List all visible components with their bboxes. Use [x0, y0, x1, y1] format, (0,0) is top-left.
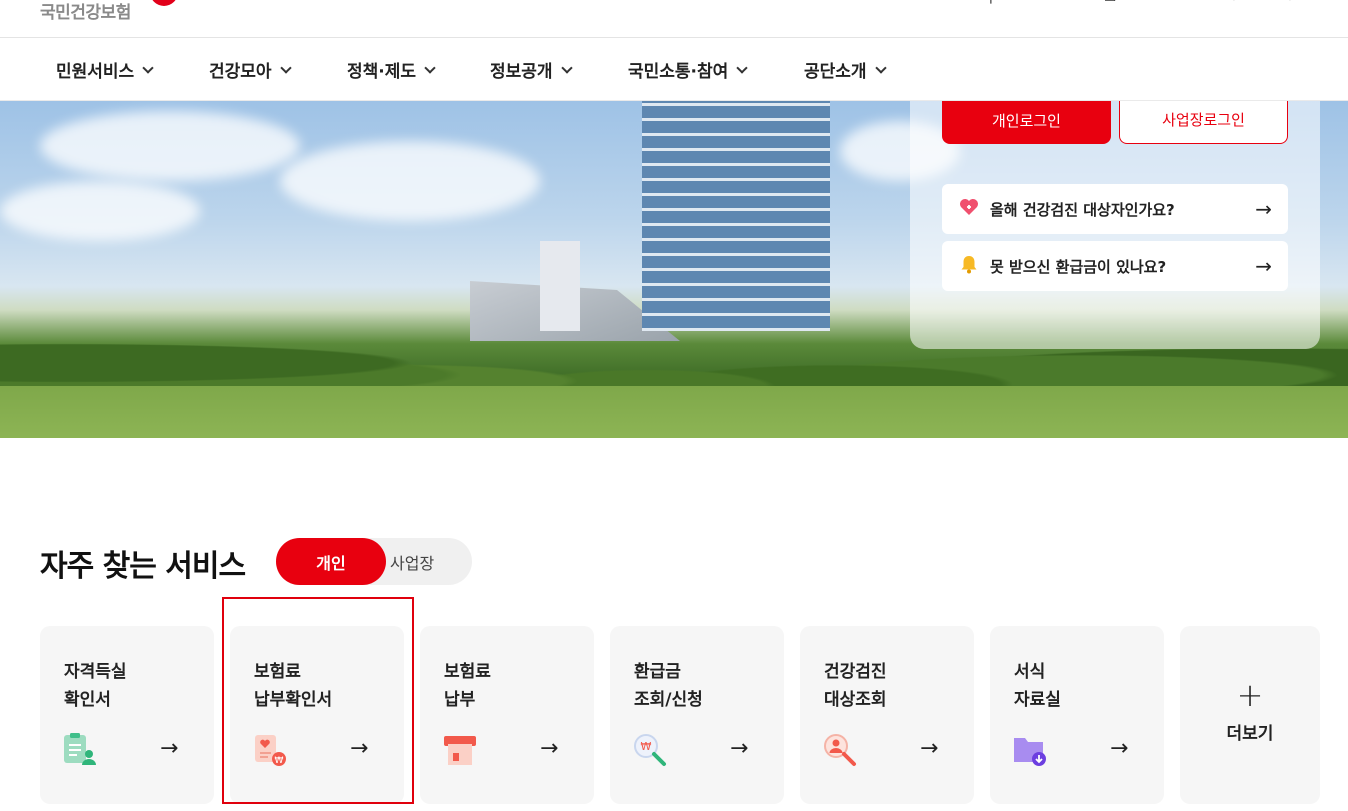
- service-card-payment-confirmation[interactable]: 보험료 납부확인서 ₩ →: [230, 626, 404, 804]
- card-label: 건강검진 대상조회: [824, 662, 887, 710]
- nav-item-communication[interactable]: 국민소통·참여: [628, 57, 748, 82]
- quick-link-label: 올해 건강검진 대상자인가요?: [990, 200, 1175, 219]
- search-icon[interactable]: ⚲: [986, 0, 996, 6]
- arrow-right-icon: →: [730, 736, 749, 761]
- payment-receipt-icon: ₩: [252, 732, 288, 768]
- nav-item-about[interactable]: 공단소개: [804, 57, 887, 82]
- arrow-right-icon: →: [160, 736, 179, 761]
- svg-text:₩: ₩: [275, 756, 284, 766]
- service-card-premium-payment[interactable]: 보험료 납부 →: [420, 626, 594, 804]
- nav-item-health-moa[interactable]: 건강모아: [209, 57, 292, 82]
- nav-item-civil-service[interactable]: 민원서비스: [56, 57, 154, 82]
- personal-login-button[interactable]: 개인로그인: [942, 96, 1111, 144]
- arrow-right-icon: →: [1255, 254, 1272, 278]
- service-card-forms[interactable]: 서식 자료실 →: [990, 626, 1164, 804]
- chevron-down-icon: [279, 61, 292, 74]
- logo-mark-icon: [150, 0, 178, 6]
- more-label: 더보기: [1226, 724, 1274, 744]
- arrow-right-icon: →: [920, 736, 939, 761]
- nav-label: 공단소개: [804, 62, 867, 82]
- arrow-right-icon: →: [1255, 197, 1272, 221]
- chevron-down-icon: [424, 61, 436, 74]
- chevron-down-icon: [142, 61, 154, 74]
- bell-icon: [958, 254, 980, 279]
- section-title: 자주 찾는 서비스: [40, 549, 246, 584]
- chevron-down-icon: [736, 61, 748, 74]
- arrow-right-icon: →: [540, 736, 559, 761]
- utility-icon[interactable]: ⌐: [1288, 0, 1299, 6]
- main-nav: 민원서비스 건강모아 정책·제도 정보공개 국민소통·참여 공단소개: [0, 38, 1348, 101]
- quick-link-checkup-target[interactable]: 올해 건강검진 대상자인가요? →: [942, 184, 1288, 234]
- nav-label: 정보공개: [490, 62, 553, 82]
- arrow-right-icon: →: [350, 736, 369, 761]
- card-label: 보험료 납부: [444, 662, 491, 710]
- top-utility-bar: 국민건강보험 ⚲ ▭ ⌐ ⌐: [0, 0, 1348, 38]
- utility-icon[interactable]: ⌐: [1232, 0, 1243, 6]
- quick-link-label: 못 받으신 환급금이 있나요?: [990, 257, 1167, 276]
- utility-icon[interactable]: ▭: [1104, 0, 1116, 6]
- chevron-down-icon: [560, 61, 573, 74]
- search-money-icon: ₩: [632, 732, 668, 768]
- nav-label: 국민소통·참여: [628, 62, 729, 82]
- card-label: 환급금 조회/신청: [634, 662, 703, 710]
- nav-item-policy[interactable]: 정책·제도: [347, 57, 436, 82]
- nav-label: 민원서비스: [56, 62, 135, 82]
- nav-label: 건강모아: [209, 62, 272, 82]
- business-login-button[interactable]: 사업장로그인: [1119, 96, 1288, 144]
- card-label: 보험료 납부확인서: [254, 662, 333, 710]
- heart-checkup-icon: [958, 198, 980, 221]
- service-card-checkup-lookup[interactable]: 건강검진 대상조회 →: [800, 626, 974, 804]
- svg-text:₩: ₩: [641, 740, 652, 753]
- card-label: 서식 자료실: [1014, 662, 1061, 710]
- service-card-qualification[interactable]: 자격득실 확인서 →: [40, 626, 214, 804]
- service-type-toggle: 개인 사업장: [276, 538, 472, 585]
- toggle-personal[interactable]: 개인: [276, 538, 386, 585]
- certificate-person-icon: [62, 732, 98, 768]
- toggle-business[interactable]: 사업장: [386, 538, 472, 585]
- plus-icon: +: [1236, 676, 1264, 714]
- chevron-down-icon: [874, 61, 887, 74]
- folder-download-icon: [1012, 732, 1048, 768]
- payment-terminal-icon: [442, 732, 478, 768]
- nav-label: 정책·제도: [347, 62, 417, 82]
- card-label: 자격득실 확인서: [64, 662, 127, 710]
- logo[interactable]: 국민건강보험: [40, 0, 131, 23]
- quick-link-refund[interactable]: 못 받으신 환급금이 있나요? →: [942, 241, 1288, 291]
- person-search-icon: [822, 732, 858, 768]
- service-card-refund[interactable]: 환급금 조회/신청 ₩ →: [610, 626, 784, 804]
- nav-item-info-disclosure[interactable]: 정보공개: [490, 57, 573, 82]
- service-card-more[interactable]: + 더보기: [1180, 626, 1320, 804]
- arrow-right-icon: →: [1110, 736, 1129, 761]
